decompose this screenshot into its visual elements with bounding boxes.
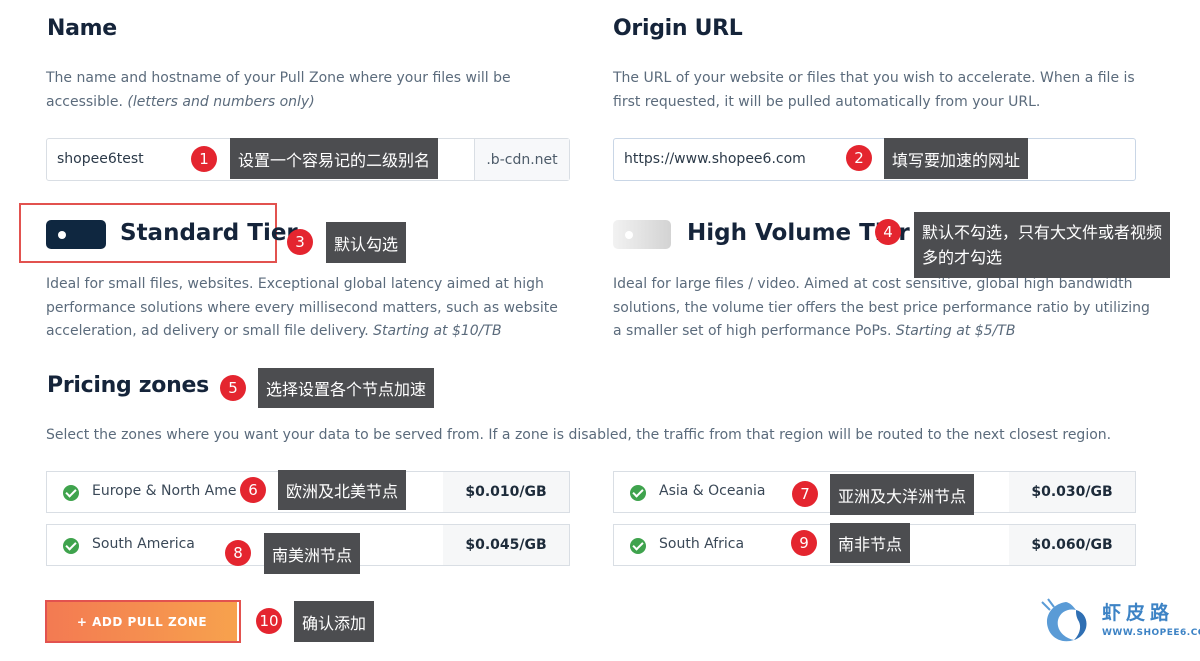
annotation-tooltip-10: 确认添加 [294,601,375,642]
annotation-badge-8: 8 [225,540,251,566]
annotation-badge-10: 10 [256,608,282,634]
toggle-knob [625,231,633,239]
hostname-suffix: .b-cdn.net [474,139,569,180]
annotation-tooltip-9: 南非节点 [830,523,911,563]
annotation-tooltip-4-line1: 默认不勾选，只有大文件或者视频 [922,223,1163,242]
annotation-tooltip-4: 默认不勾选，只有大文件或者视频 多的才勾选 [914,212,1171,278]
zone-price: $0.060/GB [1009,525,1135,565]
zone-name-value: shopee6test [57,151,144,167]
annotation-badge-4: 4 [875,219,901,245]
zone-name: South America [92,536,195,552]
check-icon [63,485,79,501]
annotation-badge-2: 2 [846,145,872,171]
zone-price: $0.010/GB [443,472,569,512]
name-description: The name and hostname of your Pull Zone … [46,70,511,110]
annotation-badge-3: 3 [287,229,313,255]
watermark-title: 虾皮路 [1102,602,1175,624]
high-volume-tier-toggle[interactable] [613,220,671,249]
name-heading: Name [47,16,117,41]
annotation-tooltip-3: 默认勾选 [326,222,407,263]
annotation-badge-1: 1 [191,146,217,172]
zone-price: $0.045/GB [443,525,569,565]
zone-price: $0.030/GB [1009,472,1135,512]
origin-heading: Origin URL [613,16,743,41]
origin-description: The URL of your website or files that yo… [613,70,1135,110]
zone-name: South Africa [659,536,745,552]
standard-tier-label: Standard Tier [120,220,298,246]
pricing-zones-description: Select the zones where you want your dat… [46,427,1112,443]
pricing-zones-heading: Pricing zones [47,373,209,398]
add-pull-zone-button[interactable]: + ADD PULL ZONE [47,602,237,641]
annotation-tooltip-7: 亚洲及大洋洲节点 [830,474,975,515]
annotation-badge-6: 6 [240,477,266,503]
check-icon [63,538,79,554]
watermark-url: WWW.SHOPEE6.COM [1102,628,1200,638]
annotation-tooltip-2: 填写要加速的网址 [884,138,1029,179]
annotation-tooltip-6: 欧洲及北美节点 [278,470,407,510]
standard-tier-description: Ideal for small files, websites. Excepti… [46,276,558,339]
zone-name: Asia & Oceania [659,483,766,499]
shrimp-logo-icon [1040,598,1092,646]
standard-tier-toggle[interactable] [46,220,106,249]
annotation-badge-7: 7 [792,481,818,507]
annotation-tooltip-4-line2: 多的才勾选 [922,248,1003,267]
origin-url-input[interactable]: https://www.shopee6.com [613,138,1136,181]
check-icon [630,538,646,554]
annotation-tooltip-8: 南美洲节点 [264,533,361,574]
check-icon [630,485,646,501]
zone-name: Europe & North Ame [92,483,237,499]
annotation-tooltip-5: 选择设置各个节点加速 [258,368,435,408]
toggle-knob [58,231,66,239]
origin-url-value: https://www.shopee6.com [624,151,806,167]
annotation-badge-5: 5 [220,375,246,401]
annotation-tooltip-1: 设置一个容易记的二级别名 [230,138,439,179]
annotation-badge-9: 9 [791,530,817,556]
high-volume-tier-description: Ideal for large files / video. Aimed at … [613,276,1150,339]
